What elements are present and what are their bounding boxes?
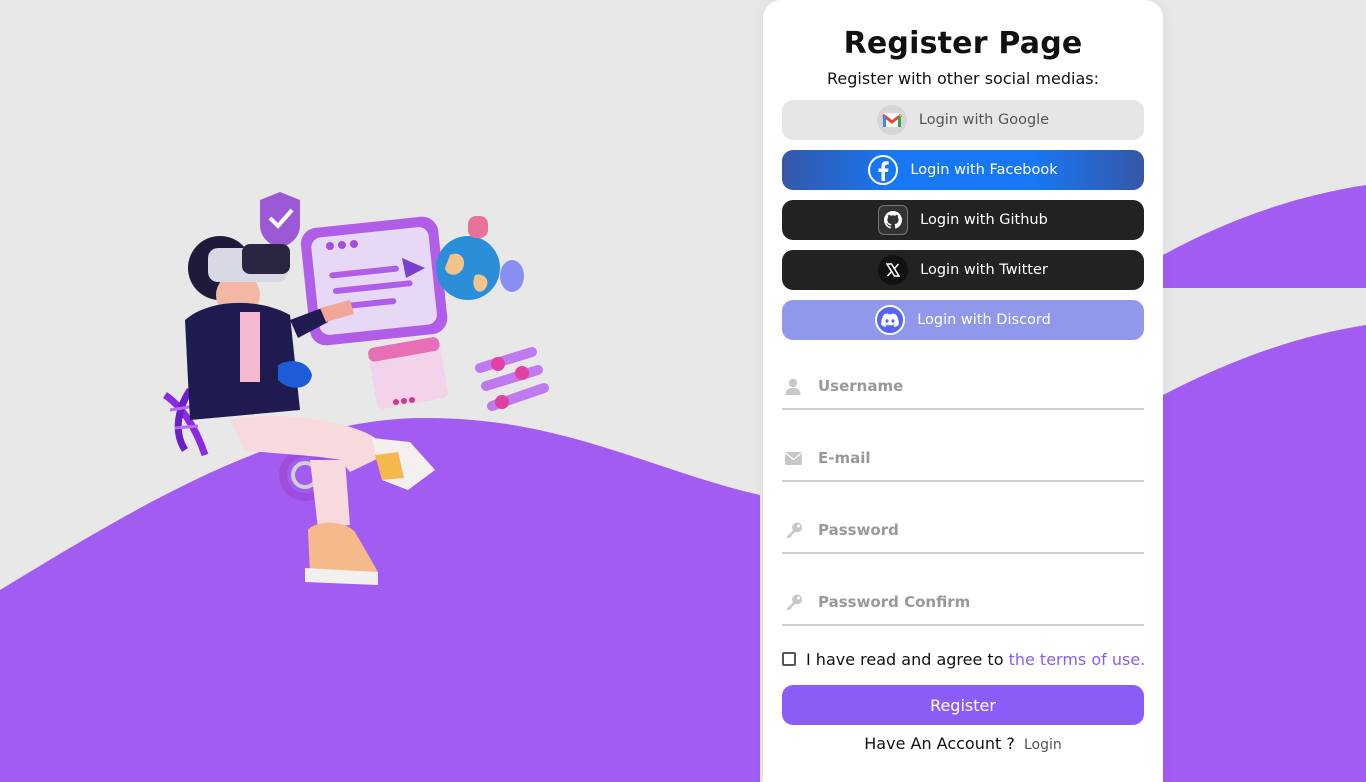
username-field	[782, 364, 1144, 410]
login-google-button[interactable]: Login with Google	[782, 100, 1144, 140]
envelope-icon	[782, 448, 818, 468]
login-github-label: Login with Github	[920, 212, 1048, 228]
login-discord-label: Login with Discord	[917, 312, 1051, 328]
social-subtitle: Register with other social medias:	[827, 69, 1099, 88]
hero-illustration	[162, 192, 549, 585]
shield-check-icon	[260, 192, 300, 248]
have-account-row: Have An Account ? Login	[763, 734, 1163, 753]
login-facebook-button[interactable]: Login with Facebook	[782, 150, 1144, 190]
password-field	[782, 508, 1144, 554]
page-title: Register Page	[843, 26, 1083, 61]
password-confirm-input[interactable]	[818, 593, 1138, 611]
email-field	[782, 436, 1144, 482]
user-icon	[782, 376, 818, 396]
facebook-icon	[868, 155, 899, 185]
login-facebook-label: Login with Facebook	[910, 162, 1058, 178]
browser-window-icon	[300, 216, 448, 346]
github-icon	[878, 205, 909, 235]
login-github-button[interactable]: Login with Github	[782, 200, 1144, 240]
login-discord-button[interactable]: Login with Discord	[782, 300, 1144, 340]
register-card: Register Page Register with other social…	[763, 0, 1163, 782]
globe-icon	[436, 216, 524, 300]
password-confirm-field	[782, 580, 1144, 626]
terms-checkbox[interactable]	[782, 652, 796, 666]
key-icon	[782, 592, 818, 612]
agree-text: I have read and agree to	[806, 649, 1004, 669]
login-twitter-button[interactable]: Login with Twitter	[782, 250, 1144, 290]
terms-agreement: I have read and agree to the terms of us…	[782, 648, 1145, 670]
login-twitter-label: Login with Twitter	[920, 262, 1048, 278]
login-google-label: Login with Google	[918, 112, 1050, 128]
terms-link[interactable]: the terms of use.	[1009, 650, 1146, 669]
gmail-icon	[876, 105, 907, 135]
sliders-icon	[475, 347, 549, 411]
login-link[interactable]: Login	[1024, 737, 1062, 753]
register-button[interactable]: Register	[782, 685, 1144, 725]
password-input[interactable]	[818, 521, 1138, 539]
x-icon	[878, 255, 909, 285]
discord-icon	[875, 305, 906, 335]
have-account-text: Have An Account ?	[864, 734, 1015, 753]
card-icon	[368, 337, 448, 409]
email-input[interactable]	[818, 449, 1138, 467]
username-input[interactable]	[818, 377, 1138, 395]
key-icon	[782, 520, 818, 540]
